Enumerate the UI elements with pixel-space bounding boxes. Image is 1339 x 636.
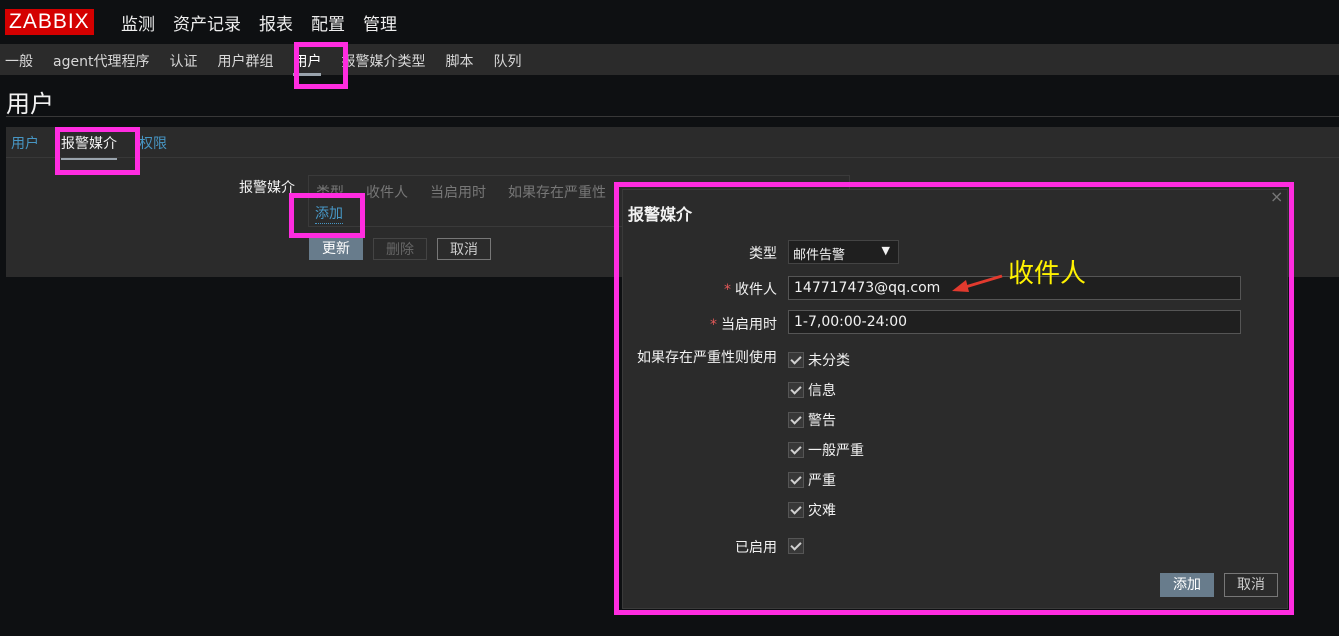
submenu-scripts[interactable]: 脚本: [445, 51, 473, 76]
menu-monitoring[interactable]: 监测: [121, 10, 155, 35]
submenu-queue[interactable]: 队列: [493, 51, 521, 76]
col-severity: 如果存在严重性: [508, 185, 606, 201]
menu-inventory[interactable]: 资产记录: [173, 10, 241, 35]
media-label: 报警媒介: [239, 180, 295, 196]
page-title: 用户: [6, 90, 54, 118]
submenu-authentication[interactable]: 认证: [169, 51, 197, 76]
sub-menu: 一般 agent代理程序 认证 用户群组 用户 报警媒介类型 脚本 队列: [5, 51, 521, 76]
main-menu: 监测 资产记录 报表 配置 管理: [121, 10, 397, 35]
cancel-button[interactable]: 取消: [437, 238, 491, 260]
update-button[interactable]: 更新: [309, 238, 363, 260]
tab-permissions[interactable]: 权限: [139, 133, 167, 160]
highlight-dialog: [614, 182, 1294, 615]
delete-button: 删除: [373, 238, 427, 260]
submenu-proxies[interactable]: agent代理程序: [53, 51, 149, 76]
tab-user[interactable]: 用户: [11, 133, 39, 160]
title-divider: [6, 116, 1339, 117]
submenu-general[interactable]: 一般: [5, 51, 33, 76]
menu-configuration[interactable]: 配置: [311, 10, 345, 35]
submenu-user-groups[interactable]: 用户群组: [217, 51, 273, 76]
menu-administration[interactable]: 管理: [363, 10, 397, 35]
sub-navigation-bar: 一般 agent代理程序 认证 用户群组 用户 报警媒介类型 脚本 队列: [0, 44, 1339, 76]
submenu-media-types[interactable]: 报警媒介类型: [341, 51, 425, 76]
highlight-media-tab: [55, 127, 140, 175]
top-navigation-bar: ZABBIX 监测 资产记录 报表 配置 管理: [0, 0, 1339, 44]
col-send-to: 收件人: [366, 185, 408, 201]
tab-divider: [6, 157, 1339, 158]
menu-reports[interactable]: 报表: [259, 10, 293, 35]
highlight-add-link: [289, 193, 365, 238]
zabbix-logo[interactable]: ZABBIX: [5, 9, 94, 35]
col-when-active: 当启用时: [430, 185, 486, 201]
highlight-users-submenu: [294, 42, 348, 89]
